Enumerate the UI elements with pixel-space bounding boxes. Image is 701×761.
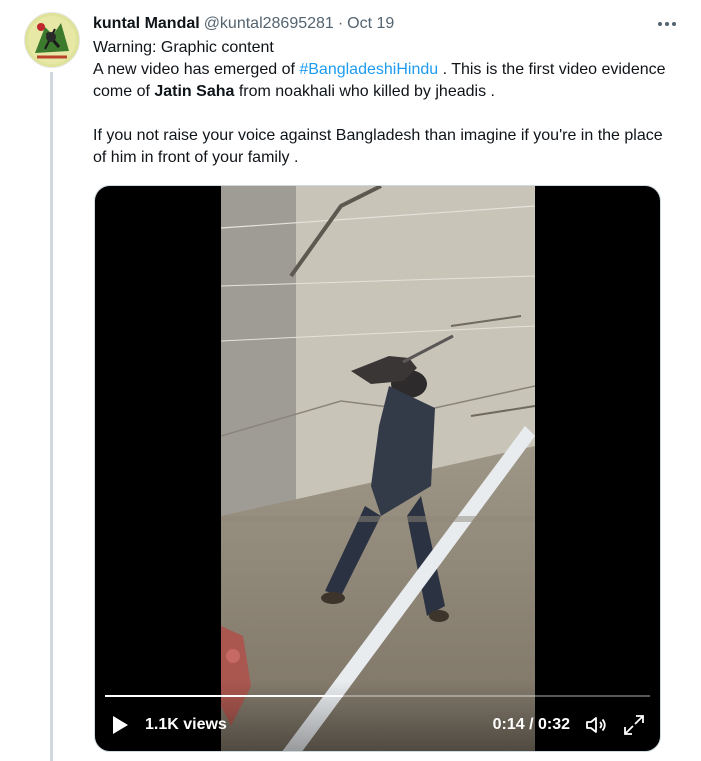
- text-segment: from noakhali who killed by jheadis .: [234, 83, 495, 100]
- separator-dot: ·: [337, 15, 344, 32]
- page: kuntal Mandal @kuntal28695281 · Oct 19 W…: [0, 0, 701, 761]
- fullscreen-button[interactable]: [622, 713, 646, 737]
- more-horizontal-icon: [658, 22, 676, 26]
- hashtag-link[interactable]: #BangladeshiHindu: [299, 61, 438, 78]
- video-frame[interactable]: [221, 186, 535, 751]
- time-readout: 0:14 / 0:32: [492, 716, 570, 733]
- view-count: 1.1K views: [145, 716, 227, 733]
- bold-name: Jatin Saha: [154, 83, 235, 100]
- thread-line: [50, 72, 53, 761]
- avatar-image: [25, 13, 79, 67]
- user-handle[interactable]: @kuntal28695281: [204, 15, 334, 33]
- text-segment: A new video has emerged of: [93, 61, 300, 78]
- progress-bar[interactable]: [105, 695, 650, 697]
- video-controls: 1.1K views 0:14 / 0:32: [95, 681, 660, 751]
- tweet-paragraph-2: If you not raise your voice against Bang…: [93, 127, 663, 166]
- video-player[interactable]: 1.1K views 0:14 / 0:32: [94, 185, 661, 752]
- tweet-paragraph-1: A new video has emerged of #BangladeshiH…: [93, 59, 673, 103]
- volume-icon: [586, 717, 606, 733]
- fullscreen-icon: [624, 715, 644, 735]
- video-still: [221, 186, 535, 751]
- avatar[interactable]: [24, 12, 80, 68]
- progress-fill: [105, 695, 344, 697]
- tweet-text: Warning: Graphic content A new video has…: [93, 37, 673, 169]
- play-icon: [113, 716, 128, 734]
- more-options-button[interactable]: [655, 14, 679, 34]
- warning-line: Warning: Graphic content: [93, 39, 274, 56]
- tweet-timestamp[interactable]: Oct 19: [347, 15, 394, 33]
- display-name[interactable]: kuntal Mandal: [93, 15, 200, 33]
- tweet-header: kuntal Mandal @kuntal28695281 · Oct 19: [93, 12, 673, 36]
- volume-button[interactable]: [584, 713, 608, 737]
- tweet[interactable]: kuntal Mandal @kuntal28695281 · Oct 19 W…: [0, 0, 701, 761]
- play-button[interactable]: [111, 715, 129, 735]
